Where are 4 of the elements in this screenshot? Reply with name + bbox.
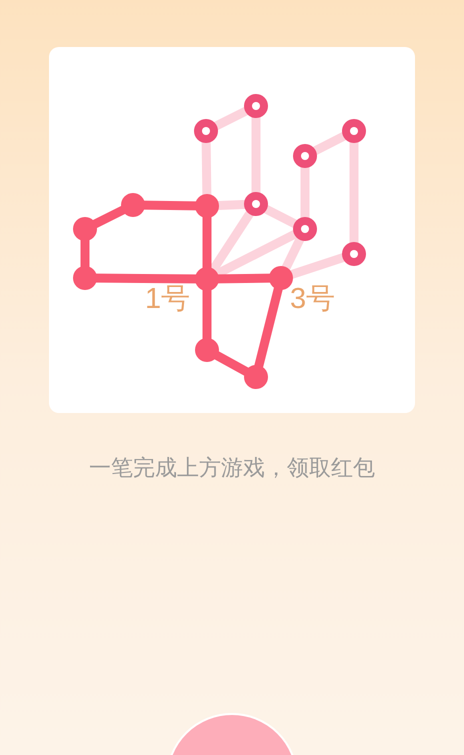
- node-label: 1号: [145, 285, 190, 314]
- instruction-text: 一笔完成上方游戏，领取红包: [89, 454, 375, 482]
- node-label: 3号: [290, 285, 336, 314]
- puzzle-drawing[interactable]: [73, 94, 366, 389]
